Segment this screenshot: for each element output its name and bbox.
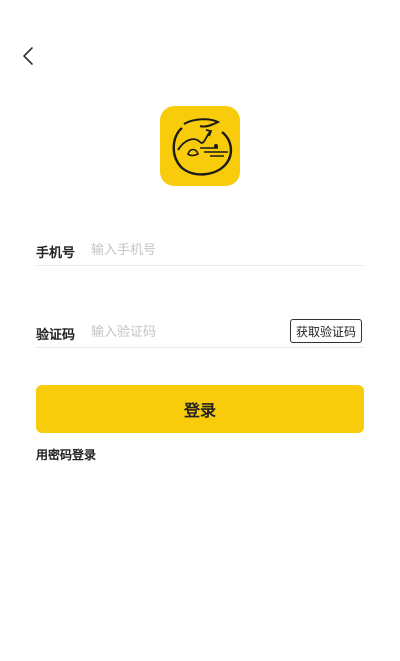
app-logo-icon xyxy=(160,106,240,186)
code-label: 验证码 xyxy=(36,328,76,343)
phone-input[interactable] xyxy=(91,239,351,261)
get-code-button[interactable]: 获取验证码 xyxy=(290,319,362,343)
back-button[interactable] xyxy=(14,42,42,70)
code-input[interactable] xyxy=(91,321,281,343)
login-button[interactable]: 登录 xyxy=(36,385,364,433)
phone-label: 手机号 xyxy=(36,246,76,261)
chevron-left-icon xyxy=(23,47,33,65)
password-login-link[interactable]: 用密码登录 xyxy=(36,446,96,463)
app-logo xyxy=(160,106,240,186)
code-divider xyxy=(36,347,364,348)
phone-divider xyxy=(36,265,364,266)
